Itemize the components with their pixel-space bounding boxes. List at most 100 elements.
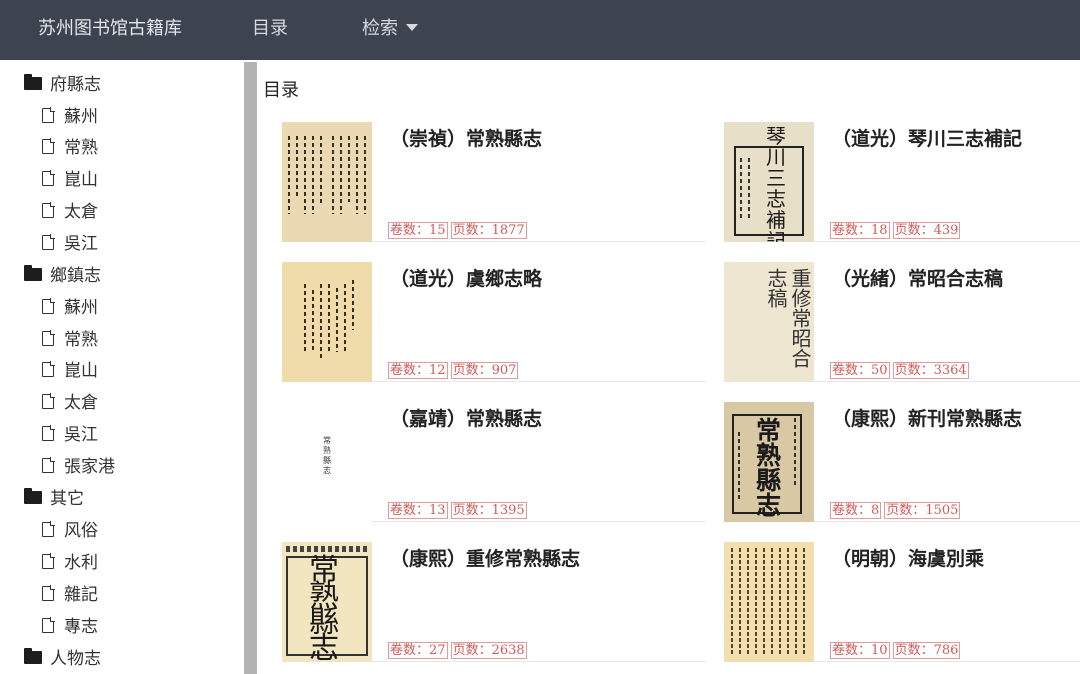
- book-thumbnail[interactable]: [724, 542, 814, 662]
- folder-icon: [24, 73, 42, 90]
- tree-folder-label: 鄉鎮志: [50, 266, 101, 286]
- sidebar-tree: 府縣志 蘇州 常熟 崑山 太倉 吳江 鄉鎮志 蘇州 常熟 崑山 太倉 吳江 張家…: [0, 62, 244, 674]
- tree-item[interactable]: 太倉: [42, 197, 98, 227]
- nav-search-dropdown[interactable]: 检索: [362, 14, 418, 40]
- volume-count-badge: 卷数：13: [388, 502, 448, 519]
- book-card: 常熟縣志 （嘉靖）常熟縣志 卷数：13 页数：1395: [282, 402, 706, 522]
- book-card: 常熟縣志 （康熙）重修常熟縣志 卷数：27 页数：2638: [282, 542, 706, 662]
- tree-folder-xiangzhenzhi[interactable]: 鄉鎮志: [24, 261, 101, 291]
- tree-item[interactable]: 太倉: [42, 388, 98, 418]
- tree-item-label: 張家港: [64, 457, 115, 477]
- volume-count-badge: 卷数：15: [388, 222, 448, 239]
- book-card: （崇禎）常熟縣志 卷数：15 页数：1877: [282, 122, 706, 242]
- book-thumbnail[interactable]: 常熟縣志: [282, 542, 372, 662]
- book-card: 琴川三志補記 （道光）琴川三志補記 卷数：18 页数：439: [724, 122, 1080, 242]
- page-count-badge: 页数：907: [450, 362, 519, 379]
- book-thumbnail[interactable]: [282, 122, 372, 242]
- file-icon: [42, 202, 55, 218]
- book-thumbnail[interactable]: 常熟縣志: [724, 402, 814, 522]
- page-count-badge: 页数：1877: [450, 222, 527, 239]
- volume-count-badge: 卷数：50: [830, 362, 890, 379]
- sidebar-splitter[interactable]: [244, 62, 257, 674]
- book-title[interactable]: （道光）琴川三志補記: [832, 124, 1022, 151]
- tree-item-label: 吳江: [64, 425, 98, 445]
- book-title[interactable]: （明朝）海虞別乘: [832, 544, 984, 571]
- top-navbar: 苏州图书馆古籍库 目录 检索: [0, 0, 1080, 60]
- tree-item-label: 常熟: [64, 330, 98, 350]
- book-thumbnail[interactable]: 常熟縣志: [282, 402, 372, 522]
- tree-item[interactable]: 常熟: [42, 133, 98, 163]
- book-title[interactable]: （康熙）新刊常熟縣志: [832, 404, 1022, 431]
- page-count-badge: 页数：2638: [450, 642, 527, 659]
- book-title[interactable]: （道光）虞鄉志略: [390, 264, 542, 291]
- volume-count-badge: 卷数：27: [388, 642, 448, 659]
- tree-folder-fuxianzhi[interactable]: 府縣志: [24, 70, 101, 100]
- tree-item[interactable]: 吳江: [42, 229, 98, 259]
- tree-item[interactable]: 吳江: [42, 420, 98, 450]
- book-stats: 卷数：15 页数：1877: [388, 222, 530, 239]
- tree-folder-renwuzhi[interactable]: 人物志: [24, 644, 101, 674]
- book-card: 常熟縣志 （康熙）新刊常熟縣志 卷数：8 页数：1505: [724, 402, 1080, 522]
- tree-item-label: 常熟: [64, 138, 98, 158]
- tree-item-label: 崑山: [64, 361, 98, 381]
- page-title: 目录: [263, 80, 299, 101]
- tree-item-label: 雜記: [64, 585, 98, 605]
- book-title[interactable]: （光緒）常昭合志稿: [832, 264, 1003, 291]
- book-thumbnail[interactable]: 琴川三志補記: [724, 122, 814, 242]
- book-stats: 卷数：10 页数：786: [830, 642, 963, 659]
- file-icon: [42, 138, 55, 154]
- book-card: （道光）虞鄉志略 卷数：12 页数：907: [282, 262, 706, 382]
- tree-item-label: 太倉: [64, 202, 98, 222]
- tree-item[interactable]: 雜記: [42, 580, 98, 610]
- tree-folder-label: 府縣志: [50, 75, 101, 95]
- page-count-badge: 页数：1505: [884, 502, 961, 519]
- brand-link[interactable]: 苏州图书馆古籍库: [38, 14, 182, 40]
- tree-folder-label: 人物志: [50, 649, 101, 669]
- nav-catalog-link[interactable]: 目录: [252, 14, 288, 40]
- file-icon: [42, 234, 55, 250]
- file-icon: [42, 170, 55, 186]
- tree-item-label: 太倉: [64, 393, 98, 413]
- tree-item[interactable]: 蘇州: [42, 293, 98, 323]
- tree-item[interactable]: 常熟: [42, 325, 98, 355]
- book-title[interactable]: （嘉靖）常熟縣志: [390, 404, 542, 431]
- book-stats: 卷数：50 页数：3364: [830, 362, 972, 379]
- tree-item-label: 專志: [64, 617, 98, 637]
- book-stats: 卷数：8 页数：1505: [830, 502, 963, 519]
- book-card: （明朝）海虞別乘 卷数：10 页数：786: [724, 542, 1080, 662]
- main-content: 目录 （崇禎）常熟縣志 卷数：15 页数：1877 琴川三志補記 （道光）琴川三志…: [257, 62, 1080, 674]
- book-title[interactable]: （康熙）重修常熟縣志: [390, 544, 580, 571]
- tree-item-label: 水利: [64, 553, 98, 573]
- folder-icon: [24, 647, 42, 664]
- tree-item[interactable]: 崑山: [42, 165, 98, 195]
- file-icon: [42, 617, 55, 633]
- tree-item-label: 风俗: [64, 521, 98, 541]
- book-thumbnail[interactable]: 重修常昭合志稿: [724, 262, 814, 382]
- volume-count-badge: 卷数：18: [830, 222, 890, 239]
- volume-count-badge: 卷数：12: [388, 362, 448, 379]
- file-icon: [42, 457, 55, 473]
- page-count-badge: 页数：786: [892, 642, 961, 659]
- book-stats: 卷数：13 页数：1395: [388, 502, 530, 519]
- book-thumbnail[interactable]: [282, 262, 372, 382]
- page-count-badge: 页数：1395: [450, 502, 527, 519]
- page-count-badge: 页数：3364: [892, 362, 969, 379]
- caret-down-icon: [406, 23, 418, 31]
- volume-count-badge: 卷数：10: [830, 642, 890, 659]
- book-stats: 卷数：27 页数：2638: [388, 642, 530, 659]
- tree-item[interactable]: 崑山: [42, 356, 98, 386]
- book-title[interactable]: （崇禎）常熟縣志: [390, 124, 542, 151]
- file-icon: [42, 107, 55, 123]
- tree-item[interactable]: 專志: [42, 612, 98, 642]
- tree-folder-label: 其它: [50, 489, 84, 509]
- tree-item[interactable]: 張家港: [42, 452, 115, 482]
- tree-item[interactable]: 水利: [42, 548, 98, 578]
- tree-item[interactable]: 风俗: [42, 516, 98, 546]
- file-icon: [42, 330, 55, 346]
- folder-icon: [24, 487, 42, 504]
- file-icon: [42, 521, 55, 537]
- tree-item-label: 蘇州: [64, 107, 98, 127]
- tree-folder-qita[interactable]: 其它: [24, 484, 84, 514]
- tree-item[interactable]: 蘇州: [42, 102, 98, 132]
- tree-item-label: 吳江: [64, 234, 98, 254]
